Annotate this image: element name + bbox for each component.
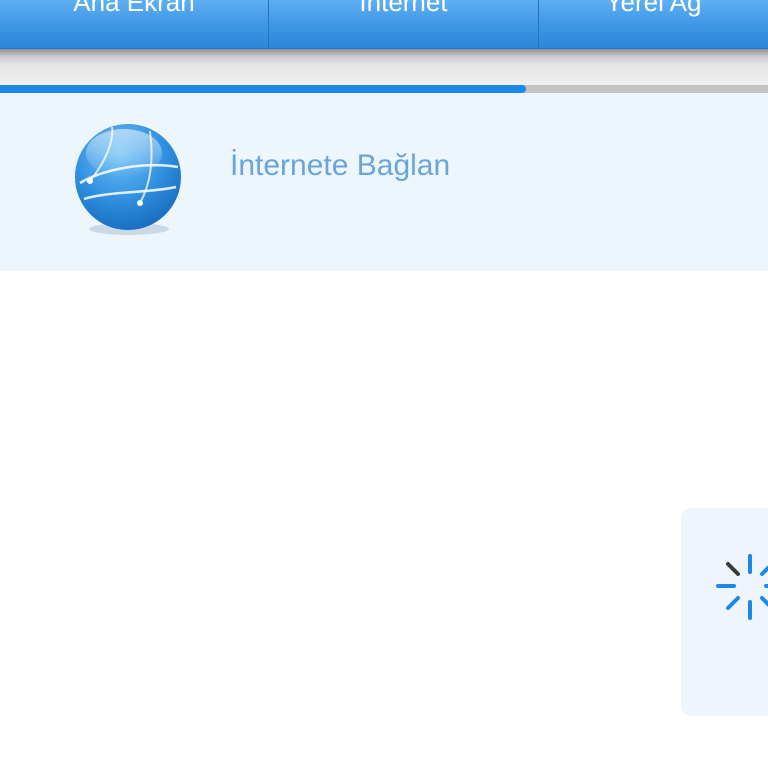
tab-home-label: Ana Ekran	[73, 0, 195, 17]
tab-bar: Ana Ekran İnternet Yerel Ağ	[0, 0, 768, 49]
tab-bar-shadow	[0, 49, 768, 85]
connect-internet-label: İnternete Bağlan	[230, 149, 451, 182]
tab-internet[interactable]: İnternet	[269, 0, 539, 48]
tab-internet-label: İnternet	[359, 0, 448, 17]
screen: Ana Ekran İnternet Yerel Ağ İnternete Ba…	[0, 0, 768, 768]
tab-local-network[interactable]: Yerel Ağ	[539, 0, 768, 48]
globe-icon	[75, 124, 181, 235]
progress-bar-fill	[0, 85, 527, 93]
tab-home[interactable]: Ana Ekran	[0, 0, 269, 48]
tab-local-network-label: Yerel Ağ	[605, 0, 702, 17]
progress-bar	[0, 85, 768, 93]
spinner-icon	[716, 554, 768, 620]
connect-internet-item[interactable]: İnternete Bağlan	[0, 93, 768, 271]
